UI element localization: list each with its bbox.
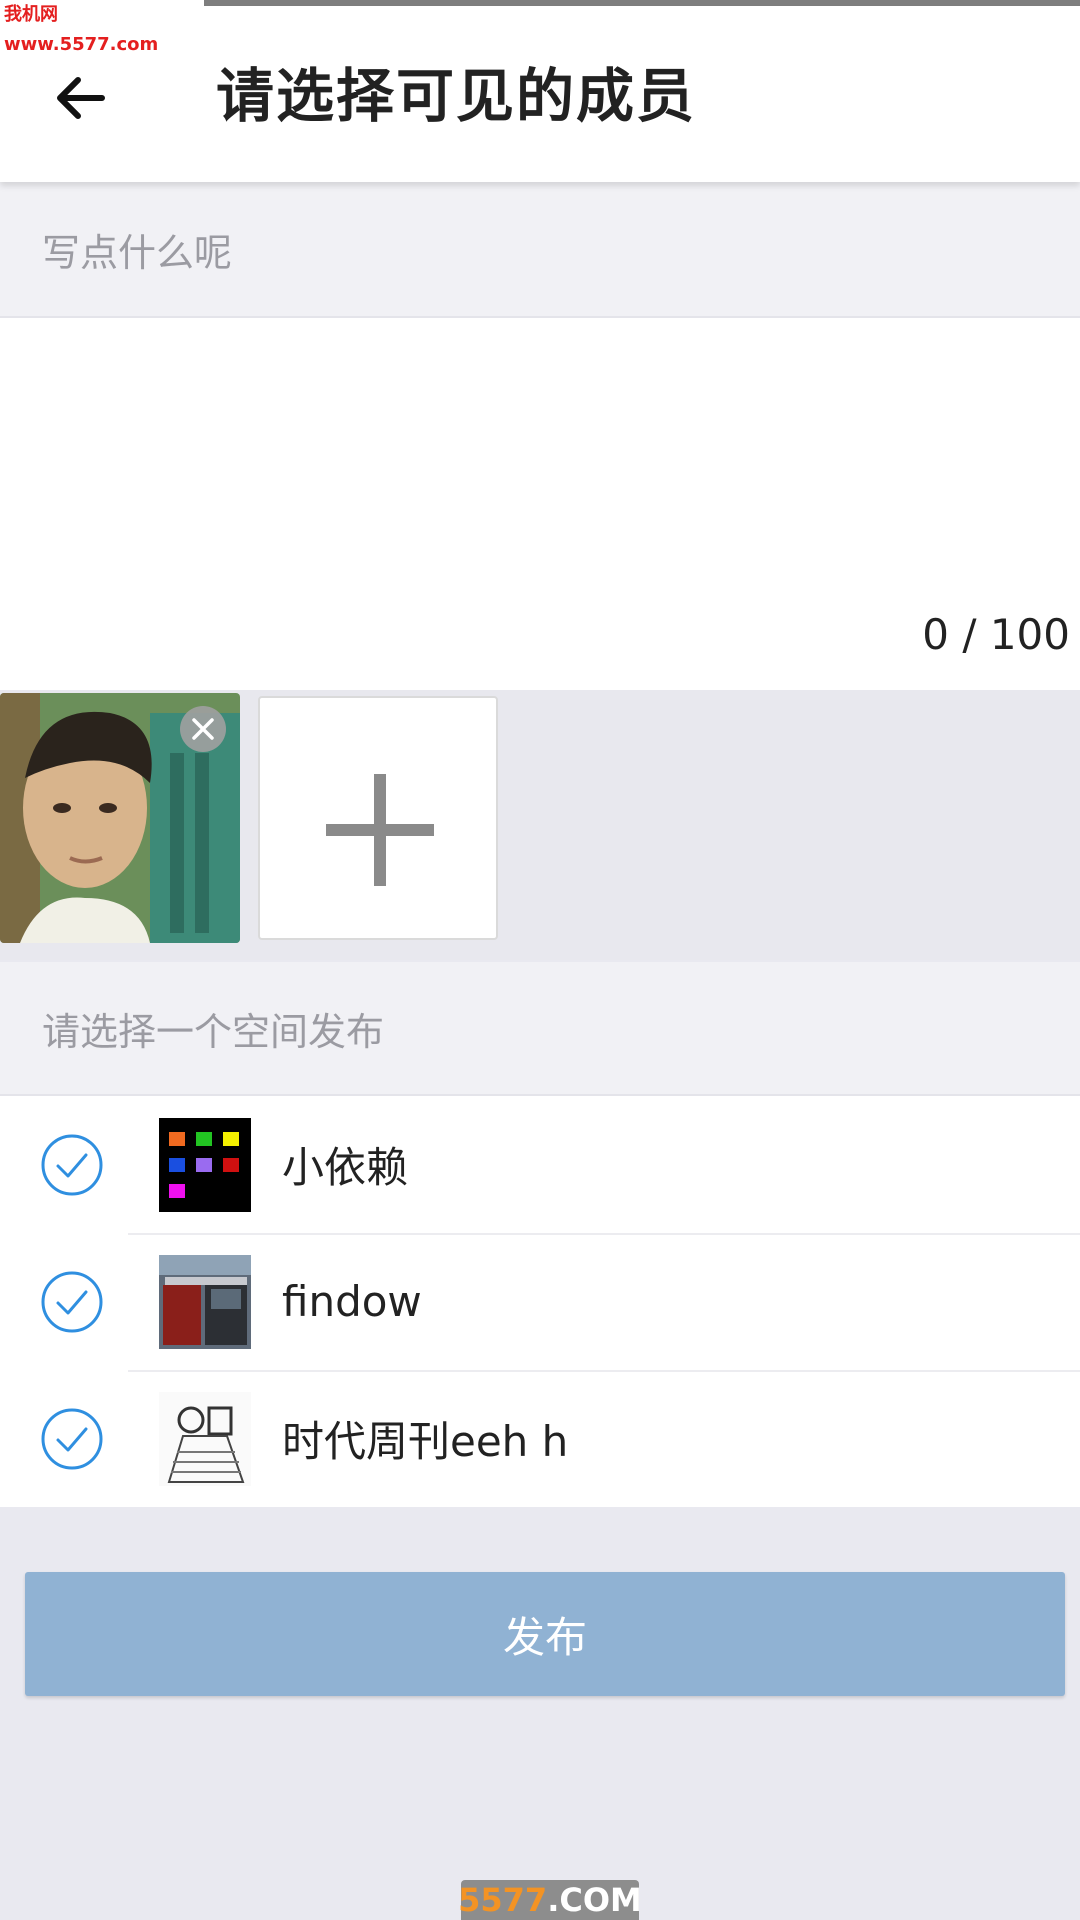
close-icon [192,718,214,740]
checkmark-circle-icon[interactable] [40,1133,104,1197]
publish-button-label: 发布 [502,1612,587,1662]
avatar [159,1118,251,1212]
watermark-bottom-number: 5577 [458,1881,548,1919]
back-button[interactable] [40,58,120,138]
space-name: findow [282,1277,422,1326]
arrow-left-icon [57,77,105,119]
publish-button[interactable]: 发布 [25,1572,1065,1696]
watermark-bottom: 5577 .COM [458,1880,642,1920]
compose-placeholder: 写点什么呢 [42,230,233,275]
add-image-button[interactable] [258,696,498,940]
compose-textarea[interactable]: 0 / 100 [0,318,1080,690]
space-list: 小依赖 findow 时代周刊eeh h [0,1096,1080,1507]
list-item[interactable]: 时代周刊eeh h [0,1370,1080,1507]
avatar [159,1255,251,1349]
remove-image-button[interactable] [180,706,226,752]
compose-input[interactable]: 写点什么呢 [0,182,1080,318]
app-bar: 请选择可见的成员 [0,6,1080,182]
list-item[interactable]: findow [0,1233,1080,1370]
watermark-bottom-suffix: .COM [547,1881,642,1919]
space-section-header: 请选择一个空间发布 [0,962,1080,1096]
space-name: 小依赖 [282,1143,409,1192]
char-counter: 0 / 100 [922,610,1070,659]
list-item[interactable]: 小依赖 [0,1096,1080,1233]
space-section-title: 请选择一个空间发布 [42,1009,385,1054]
page-title: 请选择可见的成员 [216,62,697,130]
checkmark-circle-icon[interactable] [40,1407,104,1471]
avatar [159,1392,251,1486]
watermark-top: 我机网 www.5577.com [0,0,204,55]
checkmark-circle-icon[interactable] [40,1270,104,1334]
space-name: 时代周刊eeh h [282,1417,569,1466]
